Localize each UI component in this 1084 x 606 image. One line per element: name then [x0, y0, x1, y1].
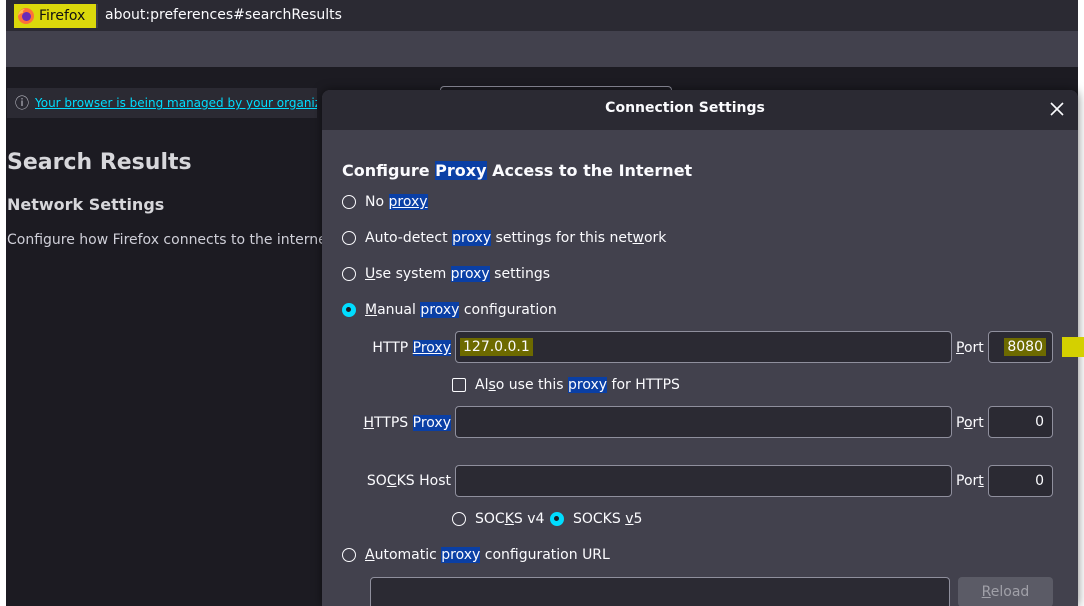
- socks-host-label: SOCKS Host: [366, 473, 451, 489]
- toolbar-strip: [6, 31, 1078, 67]
- http-port-input[interactable]: 8080: [988, 331, 1053, 363]
- page-title: Search Results: [7, 150, 192, 175]
- radio-button[interactable]: [342, 267, 356, 281]
- url-text[interactable]: about:preferences#searchResults: [105, 7, 342, 23]
- https-proxy-label: HTTPS Proxy: [363, 415, 451, 431]
- auto-config-url-input[interactable]: [370, 577, 950, 606]
- https-proxy-input[interactable]: [455, 406, 952, 438]
- policy-notice-bar: ⓘ Your browser is being managed by your …: [7, 88, 317, 118]
- radio-manual-proxy[interactable]: Manual proxy configuration: [342, 302, 557, 318]
- radio-auto-config-url[interactable]: Automatic proxy configuration URL: [342, 547, 610, 563]
- radio-socks-v4[interactable]: SOCKS v4: [452, 511, 544, 527]
- radio-button[interactable]: [342, 231, 356, 245]
- socks-host-input[interactable]: [455, 465, 952, 497]
- checkbox-label: Also use this proxy for HTTPS: [475, 377, 680, 393]
- http-proxy-label: HTTP Proxy: [372, 340, 451, 356]
- dialog-body: Configure Proxy Access to the Internet N…: [322, 130, 1078, 606]
- highlight-marker: [1062, 337, 1084, 357]
- network-settings-heading: Network Settings: [7, 195, 165, 214]
- info-icon: ⓘ: [15, 96, 29, 112]
- reload-button[interactable]: Reload: [958, 577, 1053, 606]
- radio-button[interactable]: [342, 195, 356, 209]
- identity-label: Firefox: [39, 8, 86, 24]
- http-proxy-input[interactable]: 127.0.0.1: [455, 331, 952, 363]
- radio-label: Automatic proxy configuration URL: [365, 547, 610, 563]
- dialog-title: Connection Settings: [605, 100, 765, 116]
- radio-label: SOCKS v4: [475, 511, 545, 527]
- radio-label: SOCKS v5: [573, 511, 643, 527]
- radio-label: No proxy: [365, 194, 428, 210]
- radio-no-proxy[interactable]: No proxy: [342, 194, 428, 210]
- radio-system-proxy[interactable]: Use system proxy settings: [342, 266, 550, 282]
- policy-link[interactable]: Your browser is being managed by your or…: [35, 96, 317, 110]
- http-proxy-value: 127.0.0.1: [460, 338, 533, 356]
- https-port-value: 0: [1035, 414, 1044, 430]
- url-bar[interactable]: Firefox about:preferences#searchResults: [6, 0, 1078, 31]
- also-https-checkbox-row[interactable]: Also use this proxy for HTTPS: [452, 377, 680, 393]
- radio-auto-detect[interactable]: Auto-detect proxy settings for this netw…: [342, 230, 666, 246]
- socks-port-value: 0: [1035, 473, 1044, 489]
- radio-button-checked[interactable]: [550, 512, 564, 526]
- radio-socks-v5[interactable]: SOCKS v5: [550, 511, 642, 527]
- radio-button[interactable]: [342, 548, 356, 562]
- firefox-icon: [18, 8, 34, 24]
- identity-box[interactable]: Firefox: [14, 4, 98, 28]
- radio-label: Manual proxy configuration: [365, 302, 557, 318]
- radio-button-checked[interactable]: [342, 303, 356, 317]
- socks-port-input[interactable]: 0: [988, 465, 1053, 497]
- radio-button[interactable]: [452, 512, 466, 526]
- section-title: Configure Proxy Access to the Internet: [342, 161, 693, 180]
- http-port-value: 8080: [1004, 338, 1046, 356]
- network-settings-description: Configure how Firefox connects to the in…: [7, 232, 337, 248]
- dialog-header: Connection Settings: [322, 90, 1078, 130]
- close-icon[interactable]: [1046, 98, 1068, 120]
- http-port-label: Port: [956, 340, 984, 356]
- https-port-label: Port: [956, 415, 984, 431]
- https-port-input[interactable]: 0: [988, 406, 1053, 438]
- radio-label: Auto-detect proxy settings for this netw…: [365, 230, 667, 246]
- socks-port-label: Port: [956, 473, 984, 489]
- checkbox[interactable]: [452, 378, 466, 392]
- radio-label: Use system proxy settings: [365, 266, 550, 282]
- connection-settings-dialog: Connection Settings Configure Proxy Acce…: [322, 90, 1078, 606]
